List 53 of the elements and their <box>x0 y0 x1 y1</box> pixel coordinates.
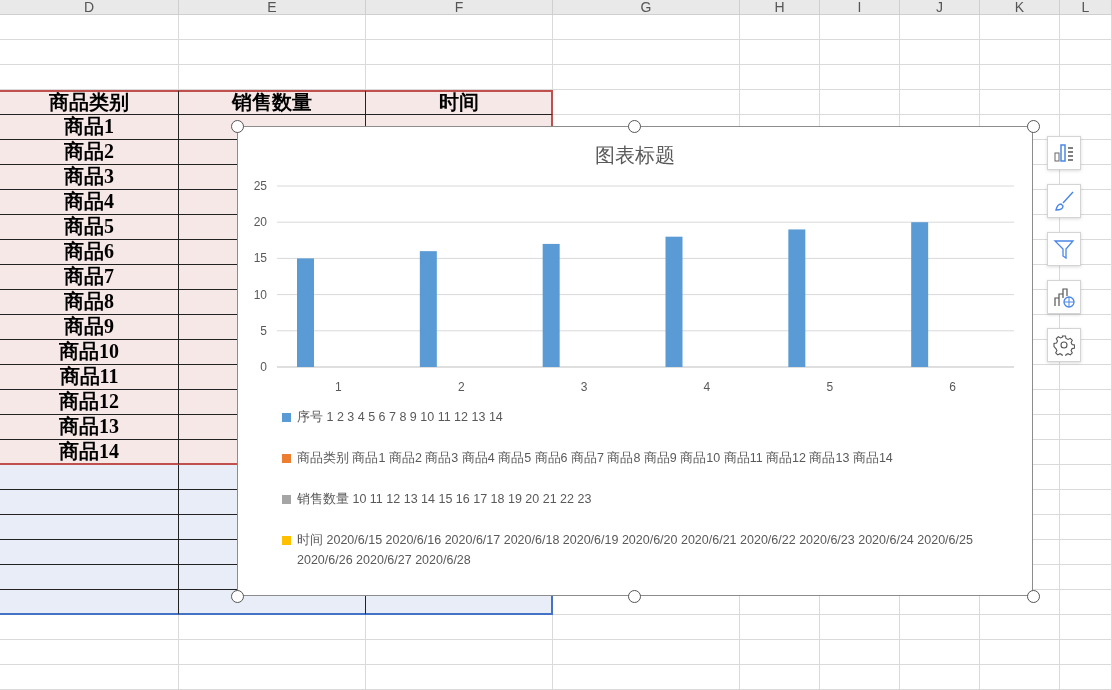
column-header[interactable]: K <box>980 0 1060 15</box>
axis-label: 2 <box>457 380 465 394</box>
column-header[interactable]: G <box>553 0 740 15</box>
column-header[interactable]: J <box>900 0 980 15</box>
axis-label: 1 <box>335 380 342 394</box>
chart-elements-icon <box>1053 142 1075 164</box>
table-cell: 时间 <box>366 90 553 115</box>
chart-area[interactable] <box>237 126 1033 596</box>
column-header[interactable]: L <box>1060 0 1112 15</box>
column-header[interactable]: I <box>820 0 900 15</box>
table-cell: 商品11 <box>0 365 179 390</box>
chart-elements-button[interactable] <box>1047 136 1081 170</box>
table-cell: 商品1 <box>0 115 179 140</box>
column-header[interactable]: E <box>179 0 366 15</box>
brush-icon <box>1053 190 1075 212</box>
table-cell: 商品7 <box>0 265 179 290</box>
axis-label: 15 <box>253 251 267 266</box>
settings-button[interactable] <box>1047 328 1081 362</box>
table-cell: 商品14 <box>0 440 179 465</box>
axis-label: 5 <box>260 323 267 338</box>
column-header[interactable]: H <box>740 0 820 15</box>
filter-icon <box>1053 238 1075 260</box>
axis-label: 10 <box>253 287 267 302</box>
axis-label: 0 <box>260 360 267 374</box>
column-header[interactable]: D <box>0 0 179 15</box>
table-cell: 商品9 <box>0 315 179 340</box>
axis-label: 4 <box>703 380 711 394</box>
table-cell: 商品8 <box>0 290 179 315</box>
column-header[interactable]: F <box>366 0 553 15</box>
table-cell: 商品3 <box>0 165 179 190</box>
online-chart-button[interactable] <box>1047 280 1081 314</box>
table-cell: 商品10 <box>0 340 179 365</box>
table-cell: 商品类别 <box>0 90 179 115</box>
legend-label: 序号 1 2 3 4 5 6 7 8 9 10 11 12 13 14 <box>297 409 503 426</box>
axis-label: 6 <box>949 380 956 394</box>
legend-label: 销售数量 10 11 12 13 14 15 16 17 18 19 20 21 22 23 <box>297 491 592 508</box>
settings-icon <box>1053 334 1075 356</box>
table-cell: 商品4 <box>0 190 179 215</box>
chart-globe-icon <box>1053 286 1075 308</box>
axis-label: 25 <box>253 179 267 193</box>
table-cell: 销售数量 <box>179 90 366 115</box>
axis-label: 5 <box>826 380 834 394</box>
table-cell: 商品2 <box>0 140 179 165</box>
table-cell: 商品12 <box>0 390 179 415</box>
table-cell: 商品13 <box>0 415 179 440</box>
table-cell: 商品5 <box>0 215 179 240</box>
axis-label: 3 <box>580 380 588 394</box>
chart-title: 图表标题 <box>595 143 675 168</box>
legend-label: 时间 2020/6/15 2020/6/16 2020/6/17 2020/6/18 2020/6/19 2020/6/20 2020/6/21 2020/6/22 2020/6/23 2020/6/24 2020/6/25 2020/6/26 2020/6/27 2020/6/28 <box>297 532 974 569</box>
axis-label: 20 <box>253 215 267 230</box>
legend-label: 商品类别 商品1 商品2 商品3 商品4 商品5 商品6 商品7 商品8 商品9 商品10 商品11 商品12 商品13 商品14 <box>297 450 893 467</box>
table-cell: 商品6 <box>0 240 179 265</box>
chart-style-button[interactable] <box>1047 184 1081 218</box>
